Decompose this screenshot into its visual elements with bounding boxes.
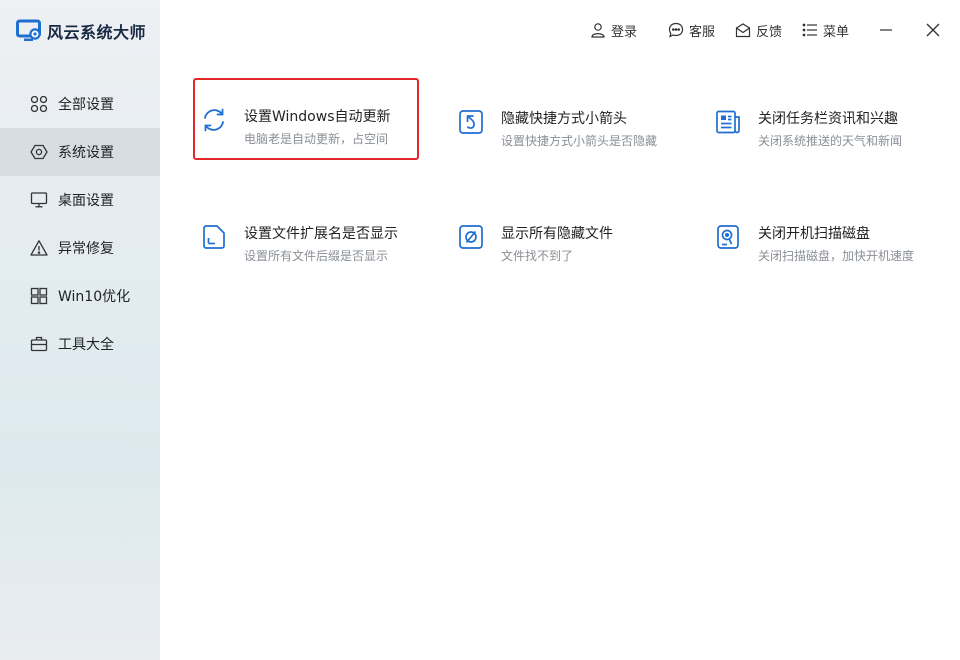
card-desc: 文件找不到了 [501,249,574,263]
toolbox-icon [30,336,48,352]
sidebar: 风云系统大师 全部设置 系统设置 桌面设置 异常修复 Win10优化 工具大全 [0,0,160,660]
card-desc: 关闭系统推送的天气和新闻 [758,134,903,148]
card-desc: 设置快捷方式小箭头是否隐藏 [501,134,658,148]
card-shortcut-arrow[interactable]: 隐藏快捷方式小箭头 设置快捷方式小箭头是否隐藏 [450,80,676,162]
sidebar-item-label: 桌面设置 [58,193,114,209]
feedback-label: 反馈 [756,24,783,40]
card-title: 隐藏快捷方式小箭头 [501,111,627,127]
sidebar-item-label: 工具大全 [58,337,114,353]
close-icon [926,23,940,37]
hidden-file-icon [459,225,483,249]
card-desc: 关闭扫描磁盘，加快开机速度 [758,249,915,263]
login-label: 登录 [611,24,638,40]
settings-icon [30,144,48,160]
card-desc: 设置所有文件后缀是否显示 [244,249,389,263]
card-title: 设置Windows自动更新 [244,109,391,125]
monitor-icon [30,192,48,208]
sidebar-item-repair[interactable]: 异常修复 [0,224,160,272]
card-taskbar-news[interactable]: 关闭任务栏资讯和兴趣 关闭系统推送的天气和新闻 [707,80,933,162]
sidebar-item-all-settings[interactable]: 全部设置 [0,80,160,128]
sidebar-item-toolbox[interactable]: 工具大全 [0,320,160,368]
app-brand: 风云系统大师 [16,17,146,45]
login-button[interactable]: 登录 [590,20,637,40]
sidebar-item-label: 异常修复 [58,241,114,257]
card-desc: 电脑老是自动更新，占空间 [244,132,389,146]
file-icon [203,225,225,249]
sidebar-item-label: Win10优化 [58,289,131,305]
card-hidden-files[interactable]: 显示所有隐藏文件 文件找不到了 [450,195,676,277]
shortcut-arrow-icon [459,110,483,134]
minimize-button[interactable] [874,18,898,42]
menu-button[interactable]: 菜单 [802,20,849,40]
warning-icon [30,240,48,256]
refresh-icon [204,108,224,132]
sidebar-item-system-settings[interactable]: 系统设置 [0,128,160,176]
service-button[interactable]: 客服 [668,20,715,40]
windows-icon [30,287,48,305]
user-icon [591,23,605,38]
minimize-icon [880,29,892,31]
card-title: 关闭开机扫描磁盘 [758,226,870,242]
disk-scan-icon [717,225,739,249]
feedback-button[interactable]: 反馈 [735,20,782,40]
news-icon [716,110,740,134]
card-title: 显示所有隐藏文件 [501,226,613,242]
service-label: 客服 [689,24,716,40]
sidebar-item-label: 系统设置 [58,145,114,161]
close-button[interactable] [921,18,945,42]
sidebar-nav: 全部设置 系统设置 桌面设置 异常修复 Win10优化 工具大全 [0,80,160,368]
monitor-gear-icon [16,19,41,41]
chat-icon [668,22,684,38]
card-windows-update[interactable]: 设置Windows自动更新 电脑老是自动更新，占空间 [193,78,419,160]
sidebar-item-win10-optimize[interactable]: Win10优化 [0,272,160,320]
card-file-extension[interactable]: 设置文件扩展名是否显示 设置所有文件后缀是否显示 [193,195,419,277]
card-title: 设置文件扩展名是否显示 [244,226,398,242]
app-name: 风云系统大师 [47,23,147,42]
menu-icon [802,23,817,37]
top-bar: 登录 客服 反馈 菜单 [160,0,960,60]
sidebar-item-label: 全部设置 [58,97,114,113]
grid-icon [30,95,48,113]
card-title: 关闭任务栏资讯和兴趣 [758,111,898,127]
sidebar-item-desktop-settings[interactable]: 桌面设置 [0,176,160,224]
mail-icon [735,23,751,38]
menu-label: 菜单 [823,24,850,40]
card-disk-scan[interactable]: 关闭开机扫描磁盘 关闭扫描磁盘，加快开机速度 [707,195,933,277]
